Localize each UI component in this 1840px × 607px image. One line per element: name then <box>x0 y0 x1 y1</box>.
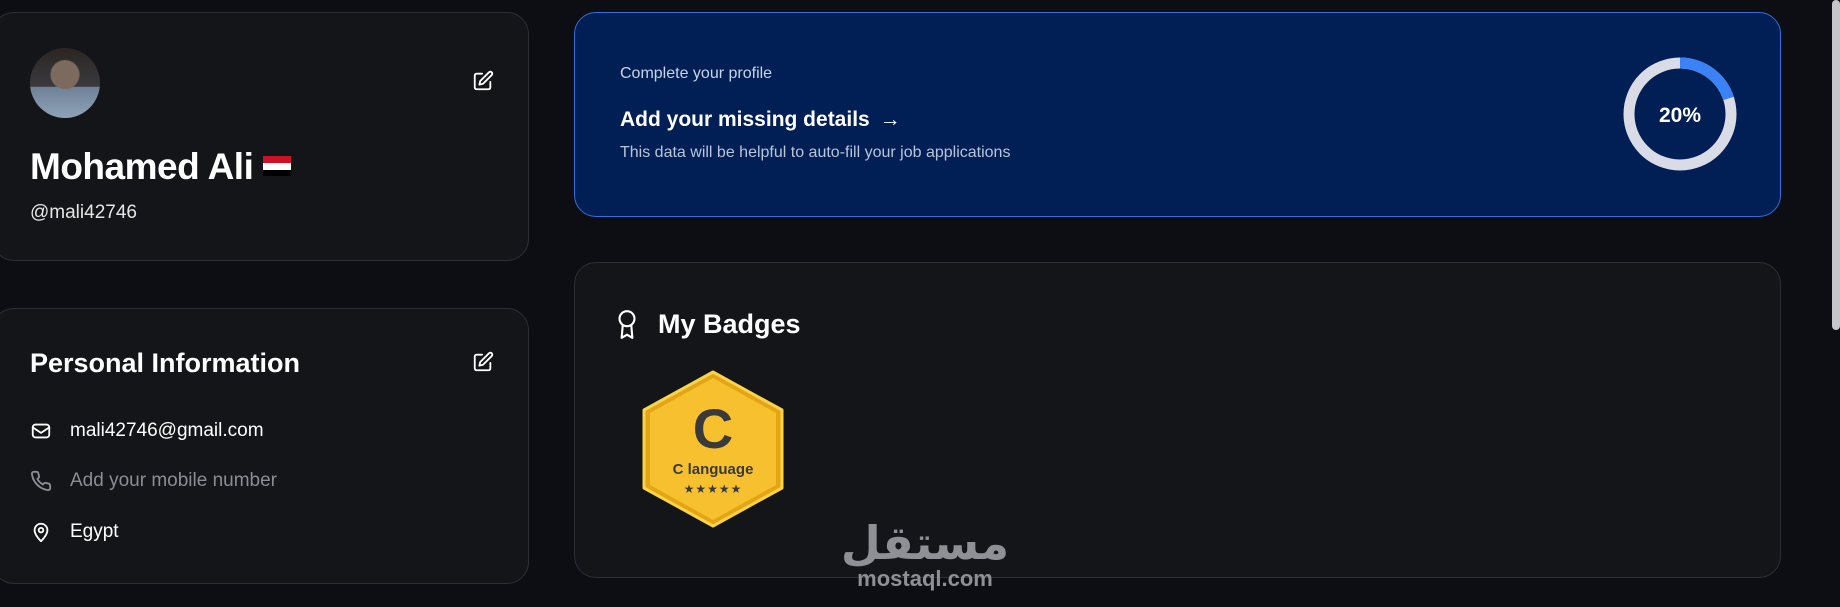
mobile-row[interactable]: Add your mobile number <box>30 470 277 492</box>
complete-profile-description: This data will be helpful to auto-fill y… <box>620 144 1011 161</box>
watermark-arabic: مستقل <box>840 516 1010 570</box>
badges-title: My Badges <box>658 308 801 339</box>
award-icon <box>618 310 636 339</box>
username: @mali42746 <box>30 202 137 223</box>
progress-ring: 20% <box>1623 57 1737 171</box>
phone-icon <box>31 470 52 491</box>
badge-stars: ★★★★★ <box>684 482 743 496</box>
mostaql-watermark: مستقل mostaql.com <box>840 520 1010 592</box>
badge-c-language[interactable]: C C language ★★★★★ <box>640 370 786 528</box>
edit-personal-info-icon[interactable] <box>472 351 494 373</box>
arrow-right-icon: → <box>879 108 901 131</box>
email-text: mali42746@gmail.com <box>70 420 264 441</box>
email-row: mali42746@gmail.com <box>30 420 264 442</box>
missing-details-link[interactable]: Add your missing details → <box>620 108 901 132</box>
profile-name: Mohamed Ali <box>30 146 292 188</box>
personal-info-title: Personal Information <box>30 348 301 378</box>
complete-profile-label: Complete your profile <box>620 65 773 82</box>
avatar[interactable] <box>30 48 100 118</box>
badge-letter: C <box>693 397 733 460</box>
scrollbar[interactable] <box>1832 0 1840 330</box>
edit-profile-icon[interactable] <box>472 70 494 92</box>
location-text: Egypt <box>70 521 119 542</box>
badges-header: My Badges <box>614 308 801 340</box>
missing-details-text: Add your missing details <box>620 108 870 131</box>
profile-name-text: Mohamed Ali <box>30 146 254 187</box>
mail-icon <box>31 423 51 439</box>
egypt-flag-icon <box>263 156 292 177</box>
mobile-placeholder: Add your mobile number <box>70 470 277 491</box>
location-row: Egypt <box>30 521 119 543</box>
location-pin-icon <box>33 522 49 543</box>
progress-label: 20% <box>1659 104 1701 127</box>
badge-label: C language <box>673 461 754 478</box>
watermark-latin: mostaql.com <box>857 566 993 591</box>
